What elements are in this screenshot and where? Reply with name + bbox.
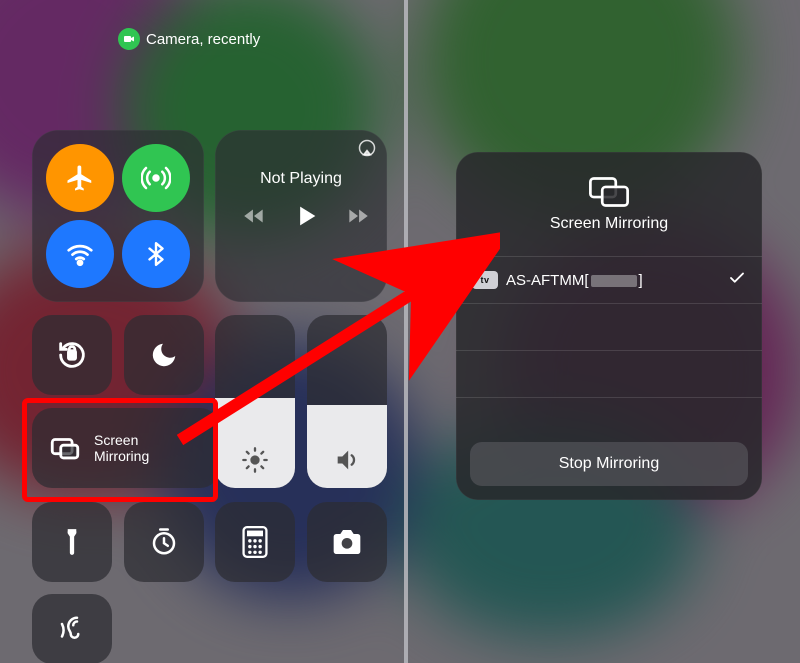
moon-icon — [149, 340, 179, 370]
rewind-button[interactable] — [241, 203, 267, 234]
stop-mirroring-label: Stop Mirroring — [559, 455, 659, 473]
camera-tile[interactable] — [307, 502, 387, 582]
cellular-data-toggle[interactable] — [122, 144, 190, 212]
brightness-slider[interactable] — [215, 315, 295, 488]
airplay-icon[interactable] — [357, 138, 377, 163]
device-name-redacted — [591, 275, 637, 287]
calculator-icon — [242, 526, 268, 558]
forward-button[interactable] — [345, 203, 371, 234]
wifi-toggle[interactable] — [46, 220, 114, 288]
stop-mirroring-button[interactable]: Stop Mirroring — [470, 442, 748, 486]
camera-active-icon — [118, 28, 140, 50]
camera-privacy-text: Camera, recently — [146, 31, 260, 48]
hearing-icon — [57, 614, 87, 644]
timer-tile[interactable] — [124, 502, 204, 582]
annotation-highlight-box — [22, 398, 218, 502]
popup-title: Screen Mirroring — [550, 215, 668, 233]
empty-device-row — [456, 351, 762, 398]
now-playing-card[interactable]: Not Playing — [215, 130, 387, 302]
hearing-tile[interactable] — [32, 594, 112, 663]
device-name: AS-AFTMM[] — [506, 272, 643, 289]
airplane-icon — [65, 163, 95, 193]
tutorial-composite: Camera, recently Not Playing — [0, 0, 800, 663]
mirroring-picker-panel: Screen Mirroring tv AS-AFTMM[] Stop Mirr… — [408, 0, 800, 663]
flashlight-icon — [59, 527, 85, 557]
mirroring-device-row[interactable]: tv AS-AFTMM[] — [456, 257, 762, 304]
camera-icon — [331, 528, 363, 556]
do-not-disturb-tile[interactable] — [124, 315, 204, 395]
timer-icon — [149, 527, 179, 557]
camera-privacy-pill[interactable]: Camera, recently — [118, 28, 260, 50]
apple-tv-badge-icon: tv — [472, 271, 498, 289]
antenna-icon — [141, 163, 171, 193]
bluetooth-toggle[interactable] — [122, 220, 190, 288]
volume-slider[interactable] — [307, 315, 387, 488]
checkmark-icon — [728, 269, 746, 291]
calculator-tile[interactable] — [215, 502, 295, 582]
volume-icon — [333, 446, 361, 474]
screen-mirroring-popup: Screen Mirroring tv AS-AFTMM[] Stop Mirr… — [456, 152, 762, 500]
screen-mirroring-icon — [587, 175, 631, 209]
brightness-icon — [241, 446, 269, 474]
empty-device-row — [456, 304, 762, 351]
connectivity-card[interactable] — [32, 130, 204, 302]
panel-divider — [404, 0, 408, 663]
airplane-mode-toggle[interactable] — [46, 144, 114, 212]
bluetooth-icon — [143, 241, 169, 267]
wifi-icon — [65, 239, 95, 269]
flashlight-tile[interactable] — [32, 502, 112, 582]
control-center-panel: Camera, recently Not Playing — [0, 0, 404, 663]
now-playing-title: Not Playing — [215, 170, 387, 188]
rotation-lock-icon — [55, 338, 89, 372]
play-button[interactable] — [292, 202, 320, 235]
rotation-lock-tile[interactable] — [32, 315, 112, 395]
